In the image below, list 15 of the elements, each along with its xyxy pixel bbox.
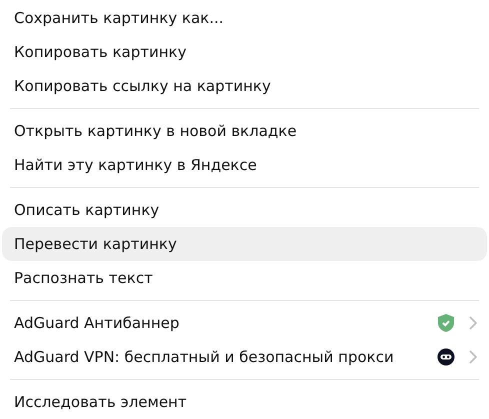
chevron-right-icon	[469, 316, 477, 330]
chevron-right-icon	[469, 350, 477, 364]
shield-icon	[437, 313, 455, 333]
menu-item[interactable]: Найти эту картинку в Яндексе	[2, 148, 487, 182]
menu-item[interactable]: AdGuard Антибаннер	[2, 306, 487, 340]
menu-item[interactable]: Открыть картинку в новой вкладке	[2, 114, 487, 148]
mask-icon	[437, 348, 455, 366]
menu-item[interactable]: Сохранить картинку как...	[2, 1, 487, 35]
menu-item[interactable]: AdGuard VPN: бесплатный и безопасный прокси	[2, 340, 487, 374]
menu-item[interactable]: Перевести картинку	[2, 227, 487, 261]
menu-item[interactable]: Описать картинку	[2, 193, 487, 227]
menu-item[interactable]: Копировать ссылку на картинку	[2, 69, 487, 103]
menu-item[interactable]: Распознать текст	[2, 261, 487, 295]
menu-item[interactable]: Копировать картинку	[2, 35, 487, 69]
menu-item[interactable]: Исследовать элемент	[2, 385, 487, 419]
